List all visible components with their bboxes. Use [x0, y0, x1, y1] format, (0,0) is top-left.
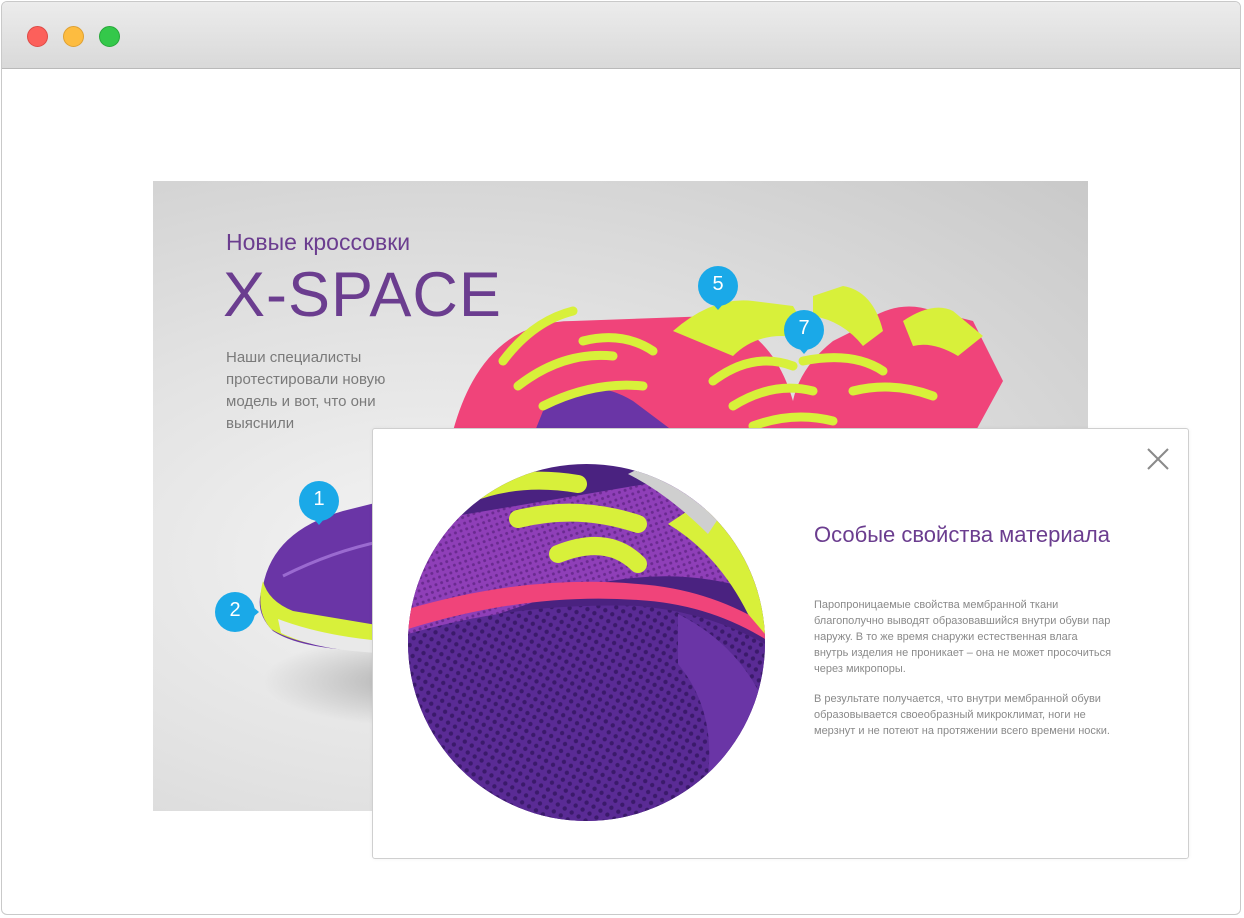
material-zoom-image — [408, 464, 765, 821]
hotspot-pin-label: 2 — [229, 599, 241, 621]
hero-description: Наши специалисты протестировали новую мо… — [226, 349, 386, 432]
close-icon — [1147, 448, 1169, 470]
modal-paragraph-1: Паропроницаемые свойства мембранной ткан… — [814, 599, 1112, 675]
zoom-window-button[interactable] — [99, 26, 120, 47]
close-modal-button[interactable] — [1146, 447, 1170, 471]
modal-paragraph-2: В результате получается, что внутри мемб… — [814, 693, 1110, 737]
hotspot-pin-label: 1 — [313, 488, 325, 510]
hotspot-pin-1[interactable]: 1 — [299, 481, 339, 529]
hero-title: X-SPACE — [223, 260, 502, 330]
hotspot-pin-2[interactable]: 2 — [215, 592, 259, 640]
material-details-modal: Особые свойства материала Паропроницаемы… — [372, 428, 1189, 859]
modal-title: Особые свойства материала — [814, 522, 1110, 547]
hotspot-pin-7[interactable]: 7 — [784, 310, 824, 358]
hero-subtitle: Новые кроссовки — [226, 229, 411, 255]
hotspot-pin-5[interactable]: 5 — [698, 266, 738, 314]
minimize-window-button[interactable] — [63, 26, 84, 47]
close-window-button[interactable] — [27, 26, 48, 47]
hotspot-pin-label: 7 — [798, 317, 810, 339]
window-titlebar — [2, 2, 1240, 69]
hotspot-pin-label: 5 — [712, 273, 724, 295]
